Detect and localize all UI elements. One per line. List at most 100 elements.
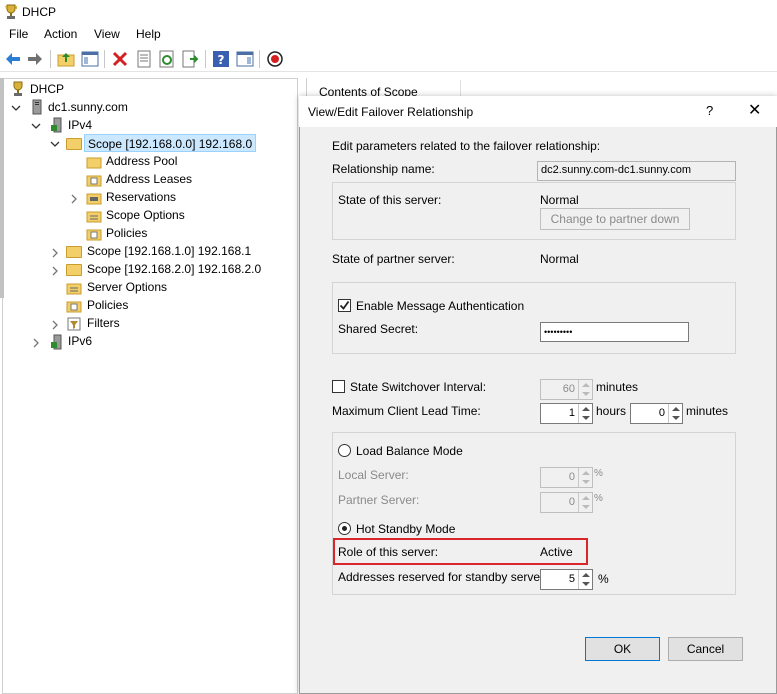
enable-auth-label: Enable Message Authentication	[356, 299, 525, 313]
tree-server[interactable]: dc1.sunny.com	[48, 98, 128, 116]
show-hide-tree-icon[interactable]	[81, 50, 99, 68]
switchover-label: State Switchover Interval:	[350, 380, 487, 394]
tree-scope-policies[interactable]: Policies	[106, 224, 147, 242]
folder-icon	[66, 138, 82, 150]
forward-arrow-icon[interactable]	[26, 50, 44, 68]
state-this-server-value: Normal	[540, 193, 579, 207]
chevron-right-icon[interactable]	[69, 194, 79, 204]
reserved-label: Addresses reserved for standby server:	[338, 570, 548, 584]
show-hide-action-pane-icon[interactable]	[236, 50, 254, 68]
back-arrow-icon[interactable]	[4, 50, 22, 68]
chevron-right-icon[interactable]	[50, 266, 60, 276]
partner-server-value: 0	[568, 496, 575, 508]
menu-help[interactable]: Help	[136, 27, 161, 41]
tree-dhcp-root[interactable]: DHCP	[30, 80, 64, 98]
tree-policies[interactable]: Policies	[87, 296, 128, 314]
mclt-minutes-unit: minutes	[686, 404, 729, 418]
toolbar-separator	[259, 50, 260, 68]
chevron-right-icon[interactable]	[31, 338, 41, 348]
address-pool-icon	[86, 157, 102, 169]
dialog-title: View/Edit Failover Relationship	[308, 105, 474, 119]
local-server-label: Local Server:	[338, 468, 409, 482]
title-bar	[0, 0, 777, 24]
switchover-spinner[interactable]: 60	[540, 379, 593, 400]
tree-ipv6[interactable]: IPv6	[68, 332, 92, 350]
reserved-value: 5	[568, 573, 575, 585]
tree-scope-192-168-0[interactable]: Scope [192.168.0.0] 192.168.0	[84, 134, 257, 152]
chevron-down-icon[interactable]	[31, 121, 41, 131]
mclt-hours-spinner[interactable]: 1	[540, 403, 593, 424]
mclt-label: Maximum Client Lead Time:	[332, 404, 481, 418]
tree-filters[interactable]: Filters	[87, 314, 120, 332]
menu-file[interactable]: File	[9, 27, 28, 41]
menu-action[interactable]: Action	[44, 27, 77, 41]
state-partner-server-value: Normal	[540, 252, 579, 266]
policies-icon	[86, 229, 102, 241]
reserved-percent: %	[598, 572, 609, 586]
chevron-right-icon[interactable]	[50, 248, 60, 258]
chevron-right-icon[interactable]	[50, 320, 60, 330]
reservations-icon	[86, 193, 102, 205]
ipv4-icon	[51, 117, 62, 133]
dialog-close-button[interactable]: ✕	[748, 100, 761, 120]
mclt-minutes-value: 0	[658, 407, 665, 419]
shared-secret-input[interactable]: •••••••••	[540, 322, 689, 342]
menu-view[interactable]: View	[94, 27, 120, 41]
mclt-hours-unit: hours	[596, 404, 627, 418]
local-server-percent: %	[594, 468, 603, 479]
tree-scope-192-168-1[interactable]: Scope [192.168.1.0] 192.168.1	[87, 242, 251, 260]
authentication-group	[332, 282, 736, 354]
partner-server-spinner[interactable]: 0	[540, 492, 593, 513]
tree-server-options[interactable]: Server Options	[87, 278, 167, 296]
filters-icon	[67, 317, 81, 331]
checkmark-icon	[339, 300, 350, 310]
trophy-icon	[5, 4, 17, 19]
policies-icon	[66, 301, 82, 313]
tree-scope-options[interactable]: Scope Options	[106, 206, 185, 224]
load-balance-radio[interactable]	[338, 444, 351, 457]
folder-icon	[66, 264, 82, 276]
tree-scope-192-168-2[interactable]: Scope [192.168.2.0] 192.168.2.0	[87, 260, 261, 278]
export-list-icon[interactable]	[181, 50, 199, 68]
tree-address-leases[interactable]: Address Leases	[106, 170, 192, 188]
tree-address-pool[interactable]: Address Pool	[106, 152, 177, 170]
spinner-arrows[interactable]	[578, 493, 592, 512]
mclt-minutes-spinner[interactable]: 0	[630, 403, 683, 424]
state-this-server-label: State of this server:	[338, 193, 442, 207]
dialog-intro-text: Edit parameters related to the failover …	[332, 139, 601, 153]
spinner-arrows[interactable]	[578, 570, 592, 589]
change-to-partner-down-button[interactable]: Change to partner down	[540, 208, 690, 230]
delete-x-icon[interactable]	[111, 50, 129, 68]
server-options-icon	[66, 283, 82, 295]
hot-standby-radio[interactable]	[338, 522, 351, 535]
tree-scrollbar[interactable]	[0, 78, 4, 298]
server-icon	[32, 99, 42, 115]
tree-ipv4[interactable]: IPv4	[68, 116, 92, 134]
tree-reservations[interactable]: Reservations	[106, 188, 176, 206]
spinner-arrows[interactable]	[578, 404, 592, 423]
state-partner-server-label: State of partner server:	[332, 252, 455, 266]
stop-service-icon[interactable]	[266, 50, 284, 68]
spinner-arrows[interactable]	[578, 380, 592, 399]
switchover-checkbox[interactable]	[332, 380, 345, 393]
relationship-name-label: Relationship name:	[332, 162, 435, 176]
switchover-unit: minutes	[596, 380, 639, 394]
address-leases-icon	[86, 175, 102, 187]
cancel-button[interactable]: Cancel	[668, 637, 743, 661]
spinner-arrows[interactable]	[668, 404, 682, 423]
chevron-down-icon[interactable]	[50, 139, 60, 149]
ok-button[interactable]: OK	[585, 637, 660, 661]
chevron-down-icon[interactable]	[11, 103, 21, 113]
up-folder-icon[interactable]	[57, 50, 75, 68]
enable-auth-checkbox[interactable]	[338, 299, 351, 312]
help-icon[interactable]: ?	[212, 50, 230, 68]
reserved-spinner[interactable]: 5	[540, 569, 593, 590]
toolbar-separator	[104, 50, 105, 68]
toolbar-separator	[50, 50, 51, 68]
spinner-arrows[interactable]	[578, 468, 592, 487]
local-server-spinner[interactable]: 0	[540, 467, 593, 488]
refresh-icon[interactable]	[158, 50, 176, 68]
properties-icon[interactable]	[135, 50, 153, 68]
dialog-help-button[interactable]: ?	[706, 103, 713, 118]
relationship-name-field[interactable]: dc2.sunny.com-dc1.sunny.com	[537, 161, 736, 181]
